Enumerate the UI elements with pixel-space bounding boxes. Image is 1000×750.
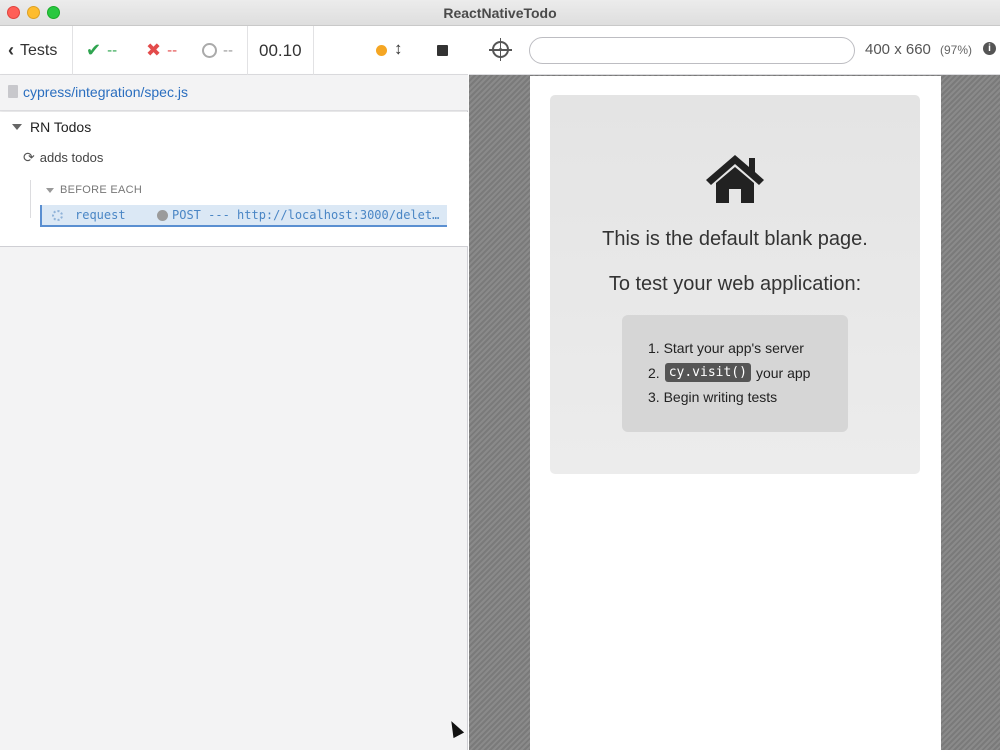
duration: 00.10: [259, 40, 302, 60]
pending-circle-icon: [202, 43, 217, 58]
aut-header: 400 x 660 (97%) i: [469, 26, 1000, 75]
reporter-header: ‹ Tests ✔ -- ✖ -- -- 00.10 ↕: [0, 26, 468, 75]
home-icon: [706, 155, 764, 203]
spec-path-bar: cypress/integration/spec.js: [0, 75, 468, 111]
tests-back-button[interactable]: ‹ Tests: [8, 26, 57, 75]
blank-page-card: This is the default blank page. To test …: [550, 95, 920, 474]
step-visit: 2. cy.visit() your app: [648, 363, 810, 382]
viewport-size: 400 x 660: [865, 41, 931, 58]
step-start-server: 1. Start your app's server: [648, 340, 804, 356]
window-titlebar: ReactNativeTodo: [0, 0, 1000, 26]
header-divider: [72, 26, 73, 75]
code-snippet: cy.visit(): [664, 363, 751, 382]
pending-count: --: [223, 42, 233, 59]
passed-count: --: [107, 42, 118, 59]
app-iframe[interactable]: This is the default blank page. To test …: [530, 76, 941, 750]
command-message: POST --- http://localhost:3000/delete-al…: [172, 208, 442, 222]
failed-count: --: [167, 42, 178, 59]
selector-playground-button[interactable]: [492, 41, 509, 58]
hook-guide-line: [30, 180, 31, 218]
tests-label: Tests: [20, 41, 58, 59]
suite-title: RN Todos: [30, 119, 92, 135]
check-icon: ✔: [86, 40, 102, 60]
x-icon: ✖: [146, 40, 162, 60]
pending-dot-icon: [157, 209, 168, 221]
hook-title: BEFORE EACH: [60, 184, 143, 196]
step-write-tests: 3. Begin writing tests: [648, 389, 778, 405]
url-input[interactable]: [529, 37, 855, 64]
blank-page-title: This is the default blank page.: [602, 228, 868, 250]
command-name: request: [75, 208, 126, 222]
caret-down-icon: [46, 187, 54, 193]
test-title: adds todos: [39, 150, 104, 165]
header-divider: [247, 26, 248, 75]
runnables-list: RN Todos ⟳ adds todos BEFORE EACH reques…: [0, 112, 468, 247]
passed-stat[interactable]: ✔ --: [86, 26, 117, 75]
instructions-box: 1. Start your app's server 2. cy.visit()…: [622, 315, 848, 432]
viewport-scale: (97%): [940, 43, 973, 57]
header-divider: [313, 26, 314, 75]
spec-path-link[interactable]: cypress/integration/spec.js: [23, 84, 188, 100]
caret-down-icon: [12, 124, 22, 130]
step-number: 2.: [648, 364, 660, 381]
pending-stat[interactable]: --: [202, 26, 233, 75]
failed-stat[interactable]: ✖ --: [146, 26, 177, 75]
test-item[interactable]: ⟳ adds todos: [23, 149, 103, 166]
before-each-hook[interactable]: BEFORE EACH: [46, 184, 142, 196]
auto-scroll-toggle-icon[interactable]: ↕: [394, 39, 403, 59]
command-row[interactable]: request POST --- http://localhost:3000/d…: [40, 205, 447, 227]
suite-item[interactable]: RN Todos: [12, 119, 91, 135]
running-indicator: [376, 45, 387, 56]
file-icon: [8, 85, 18, 98]
reporter-panel: ‹ Tests ✔ -- ✖ -- -- 00.10 ↕ cypress/int…: [0, 26, 468, 750]
step-text: your app: [755, 364, 811, 381]
stop-button[interactable]: [437, 45, 448, 56]
aut-panel: 400 x 660 (97%) i This is the default bl…: [469, 26, 1000, 750]
info-icon[interactable]: i: [983, 42, 996, 55]
refresh-icon: ⟳: [23, 149, 35, 165]
window-title: ReactNativeTodo: [443, 5, 557, 21]
spinner-icon: [52, 209, 63, 221]
blank-page-subtitle: To test your web application:: [608, 273, 862, 295]
chevron-left-icon: ‹: [8, 40, 14, 60]
